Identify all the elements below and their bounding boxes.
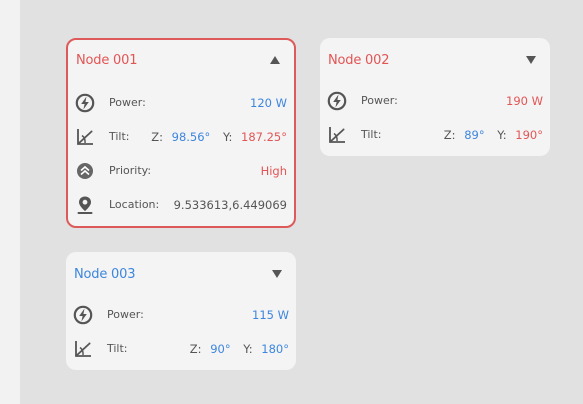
tilt-values: Z: 90° Y: 180°: [190, 342, 289, 356]
node-card-001[interactable]: Node 001 Power: 120 W Tilt: Z: 98.56° Y:…: [66, 38, 296, 228]
tilt-z-value: 90°: [210, 342, 231, 356]
power-row: Power: 120 W: [68, 86, 294, 120]
power-label: Power:: [107, 308, 144, 321]
tilt-values: Z: 98.56° Y: 187.25°: [151, 130, 287, 144]
location-label: Location:: [109, 198, 160, 211]
power-icon: [327, 91, 347, 111]
location-pin-icon: [77, 196, 93, 214]
tilt-z-label: Z:: [189, 342, 202, 356]
tilt-y-value: 190°: [515, 128, 543, 142]
tilt-angle-icon: [77, 129, 93, 145]
tilt-z-label: Z:: [151, 130, 163, 144]
tilt-angle-icon: [75, 341, 91, 357]
tilt-row: Tilt: Z: 90° Y: 180°: [66, 332, 296, 366]
collapse-toggle-icon[interactable]: [270, 56, 280, 64]
power-value: 120 W: [250, 96, 287, 110]
tilt-label: Tilt:: [361, 128, 382, 141]
priority-icon: [77, 163, 93, 179]
node-title: Node 003: [74, 267, 136, 282]
tilt-z-value: 89°: [464, 128, 485, 142]
expand-toggle-icon[interactable]: [526, 56, 536, 64]
tilt-values: Z: 89° Y: 190°: [444, 128, 543, 142]
location-row: Location: 9.533613,6.449069: [68, 188, 294, 222]
tilt-y-label: Y:: [497, 128, 507, 142]
power-label: Power:: [361, 94, 398, 107]
priority-row: Priority: High: [68, 154, 294, 188]
node-title: Node 002: [328, 53, 390, 68]
power-value: 190 W: [506, 94, 543, 108]
location-value: 9.533613,6.449069: [173, 198, 287, 212]
tilt-label: Tilt:: [109, 130, 130, 143]
node-card-header[interactable]: Node 002: [320, 38, 550, 78]
power-icon: [73, 305, 93, 325]
power-row: Power: 190 W: [320, 84, 550, 118]
node-title: Node 001: [76, 53, 138, 68]
power-label: Power:: [109, 96, 146, 109]
tilt-label: Tilt:: [107, 342, 128, 355]
power-row: Power: 115 W: [66, 298, 296, 332]
power-icon: [75, 93, 95, 113]
tilt-row: Tilt: Z: 89° Y: 190°: [320, 118, 550, 152]
node-card-header[interactable]: Node 003: [66, 252, 296, 292]
priority-label: Priority:: [109, 164, 152, 177]
tilt-y-value: 180°: [261, 342, 289, 356]
tilt-row: Tilt: Z: 98.56° Y: 187.25°: [68, 120, 294, 154]
node-card-002[interactable]: Node 002 Power: 190 W Tilt: Z: 89° Y: 19…: [320, 38, 550, 156]
tilt-y-label: Y:: [243, 342, 253, 356]
node-card-003[interactable]: Node 003 Power: 115 W Tilt: Z: 90° Y: 18…: [66, 252, 296, 370]
tilt-y-label: Y:: [222, 130, 233, 144]
power-value: 115 W: [252, 308, 289, 322]
tilt-z-label: Z:: [443, 128, 456, 142]
tilt-y-value: 187.25°: [241, 130, 287, 144]
priority-value: High: [260, 164, 287, 178]
expand-toggle-icon[interactable]: [272, 270, 282, 278]
tilt-z-value: 98.56°: [171, 130, 211, 144]
node-card-header[interactable]: Node 001: [68, 40, 294, 80]
tilt-angle-icon: [329, 127, 345, 143]
